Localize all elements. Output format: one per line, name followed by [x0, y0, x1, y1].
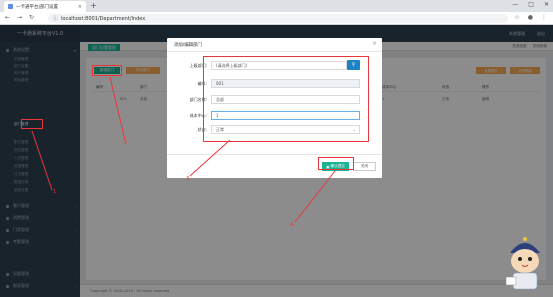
parent-dept-label: 上级部门:: [189, 63, 207, 68]
address-bar: ← → ↻ ⓘ localhost:8001/Department/Index …: [0, 12, 553, 25]
favicon-icon: [8, 4, 13, 9]
menu-icon[interactable]: ⋮: [541, 14, 547, 21]
close-button-label: 关闭: [360, 164, 369, 168]
browser-tab[interactable]: 一卡通平台|部门设置 ×: [4, 1, 86, 12]
divider: [167, 154, 382, 155]
star-icon[interactable]: ☆: [514, 14, 519, 21]
annotation-box-sidebar: [21, 119, 43, 129]
close-window-button[interactable]: ✕: [544, 1, 549, 8]
divider: [167, 51, 382, 52]
status-label: 状态:: [197, 127, 207, 132]
close-button[interactable]: 关闭: [353, 162, 376, 171]
url-text: localhost:8001/Department/Index: [61, 15, 146, 22]
close-icon[interactable]: ×: [372, 40, 377, 47]
minimize-button[interactable]: —: [512, 1, 518, 8]
back-icon[interactable]: ←: [5, 14, 10, 21]
dept-name-label: 部门名称:: [189, 97, 207, 102]
mascot-icon: [505, 237, 540, 290]
code-label: 编号:: [197, 81, 207, 86]
cost-center-label: 成本中心:: [189, 113, 207, 118]
profile-icon[interactable]: ●: [528, 14, 533, 21]
url-field[interactable]: ⓘ localhost:8001/Department/Index: [48, 14, 508, 23]
modal-title: 添加/编辑部门: [174, 43, 202, 48]
browser-tab-bar: 一卡通平台|部门设置 × + — □ ✕: [0, 0, 553, 12]
forward-icon[interactable]: →: [17, 14, 22, 21]
annotation-box-save: [318, 157, 354, 170]
reload-icon[interactable]: ↻: [29, 14, 34, 21]
annotation-number: 2: [124, 140, 128, 146]
annotation-number: 3: [186, 176, 190, 182]
info-icon: ⓘ: [53, 16, 59, 22]
annotation-number: 1: [53, 189, 57, 195]
close-tab-icon[interactable]: ×: [78, 4, 82, 10]
annotation-box-add: [92, 65, 122, 76]
browser-tab-title: 一卡通平台|部门设置: [16, 4, 59, 10]
new-tab-button[interactable]: +: [90, 1, 97, 10]
maximize-button[interactable]: □: [528, 1, 534, 8]
annotation-box-form: [203, 56, 369, 142]
annotation-number: 4: [290, 222, 294, 228]
